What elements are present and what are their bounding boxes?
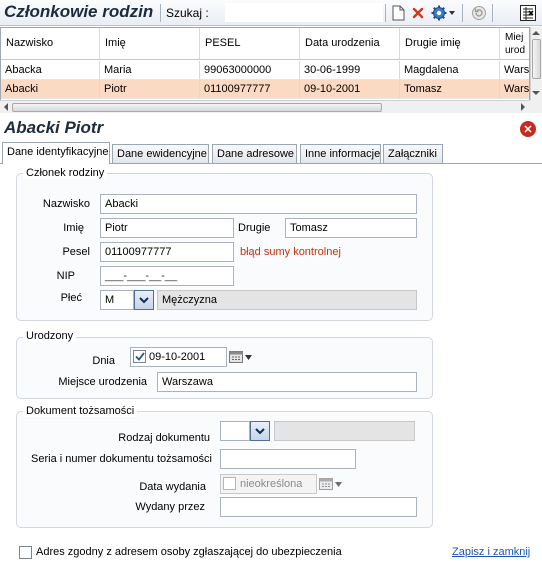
toolbar-separator xyxy=(492,4,493,22)
column-header-firstname[interactable]: Imię xyxy=(100,28,200,60)
nip-field[interactable]: ___-___-__-__ xyxy=(100,266,234,286)
table-cell: Abacka xyxy=(1,61,100,80)
document-number-field[interactable] xyxy=(220,449,356,469)
table-cell: Wars xyxy=(500,80,529,99)
table-cell: Piotr xyxy=(100,80,200,99)
column-header-second-name[interactable]: Drugie imię xyxy=(400,28,500,60)
document-type-dropdown-button[interactable] xyxy=(250,421,270,441)
close-icon[interactable]: ✕ xyxy=(520,121,536,137)
calendar-icon xyxy=(319,478,333,490)
issuer-label: Wydany przez xyxy=(135,501,205,513)
pesel-label: Pesel xyxy=(62,246,90,258)
address-match-label: Adres zgodny z adresem osoby zgłaszające… xyxy=(36,546,342,558)
table-cell: 30-06-1999 xyxy=(300,61,400,80)
issue-date-value: nieokreślona xyxy=(240,478,303,490)
toolbar: Członkowie rodzin Szukaj : xyxy=(0,0,542,26)
issue-date-checkbox[interactable] xyxy=(223,477,236,490)
identity-document-group-title: Dokument tożsamości xyxy=(23,405,138,417)
vertical-scrollbar[interactable] xyxy=(530,27,542,101)
firstname-field[interactable]: Piotr xyxy=(100,218,234,238)
scroll-corner xyxy=(530,100,542,113)
settings-gear-icon[interactable] xyxy=(430,4,456,22)
surname-label: Nazwisko xyxy=(42,198,90,210)
family-member-group-title: Członek rodziny xyxy=(23,167,108,179)
sex-code-select[interactable]: M xyxy=(100,290,134,310)
table-cell: 09-10-2001 xyxy=(300,80,400,99)
document-type-label: Rodzaj dokumentu xyxy=(118,432,210,444)
pesel-field[interactable]: 01100977777 xyxy=(100,242,234,262)
horizontal-scrollbar-thumb[interactable] xyxy=(12,103,382,112)
tab-attachments[interactable]: Załączniki xyxy=(383,144,443,163)
document-type-select[interactable] xyxy=(220,421,250,441)
birth-place-field[interactable]: Warszawa xyxy=(157,372,417,392)
birth-place-label: Miejsce urodzenia xyxy=(58,376,147,388)
calendar-icon xyxy=(229,351,243,363)
second-name-field[interactable]: Tomasz xyxy=(285,218,417,238)
second-name-label: Drugie xyxy=(238,222,271,234)
birth-date-checkbox[interactable] xyxy=(133,350,146,363)
table-cell: Magdalena xyxy=(400,61,500,80)
sex-dropdown-button[interactable] xyxy=(134,290,154,310)
issuer-field[interactable] xyxy=(220,497,417,517)
table-cell: 99063000000 xyxy=(200,61,300,80)
table-row-selected[interactable]: Abacki Piotr 01100977777 09-10-2001 Toma… xyxy=(1,80,529,99)
tab-other-info[interactable]: Inne informacje xyxy=(300,144,381,163)
person-name-heading: Abacki Piotr xyxy=(4,118,104,137)
birth-date-label: Dnia xyxy=(92,355,115,367)
document-type-name-field xyxy=(274,421,415,441)
export-sheet-icon[interactable] xyxy=(518,4,538,22)
pesel-error-message: błąd sumy kontrolnej xyxy=(240,246,341,258)
chevron-down-icon xyxy=(255,427,265,434)
tab-address[interactable]: Dane adresowe xyxy=(212,144,297,163)
address-match-checkbox[interactable] xyxy=(19,546,32,559)
vertical-scrollbar-thumb[interactable] xyxy=(532,39,541,79)
table-cell: Tomasz xyxy=(400,80,500,99)
checkmark-icon xyxy=(134,352,145,361)
document-number-label: Seria i numer dokumentu tożsamości xyxy=(31,453,212,465)
birth-date-value: 09-10-2001 xyxy=(149,351,206,363)
column-header-pesel[interactable]: PESEL xyxy=(200,28,300,60)
table-cell: Maria xyxy=(100,61,200,80)
column-header-birthdate[interactable]: Data urodzenia xyxy=(300,28,400,60)
issue-date-calendar-button[interactable] xyxy=(319,476,347,492)
table-cell: Wars xyxy=(500,61,529,80)
tab-registry[interactable]: Dane ewidencyjne xyxy=(112,144,209,163)
window-title: Członkowie rodzin xyxy=(4,2,154,21)
column-header-birthplace[interactable]: Miej urod xyxy=(500,28,529,60)
born-group-title: Urodzony xyxy=(23,330,77,342)
refresh-icon[interactable] xyxy=(470,4,488,22)
table-cell: Abacki xyxy=(1,80,100,99)
family-members-table: Nazwisko Imię PESEL Data urodzenia Drugi… xyxy=(0,27,530,101)
search-input[interactable] xyxy=(225,3,383,22)
toolbar-separator xyxy=(462,4,463,22)
new-document-icon[interactable] xyxy=(390,4,406,22)
toolbar-separator xyxy=(160,4,161,22)
sex-name-field: Mężczyzna xyxy=(157,290,417,310)
column-header-surname[interactable]: Nazwisko xyxy=(1,28,100,60)
toolbar-separator xyxy=(385,4,386,22)
firstname-label: Imię xyxy=(63,222,84,234)
save-and-close-link[interactable]: Zapisz i zamknij xyxy=(452,546,530,558)
nip-label: NIP xyxy=(56,270,75,282)
chevron-down-icon xyxy=(245,354,252,360)
birth-date-calendar-button[interactable] xyxy=(229,349,257,365)
sex-label: Płeć xyxy=(60,292,82,304)
search-label: Szukaj : xyxy=(166,6,209,20)
surname-field[interactable]: Abacki xyxy=(100,194,417,214)
table-cell: 01100977777 xyxy=(200,80,300,99)
chevron-down-icon xyxy=(139,296,149,303)
horizontal-scrollbar[interactable] xyxy=(0,100,530,113)
tab-identification[interactable]: Dane identyfikacyjne xyxy=(2,142,110,164)
issue-date-label: Data wydania xyxy=(139,481,206,493)
chevron-down-icon xyxy=(335,481,342,487)
table-row[interactable]: Abacka Maria 99063000000 30-06-1999 Magd… xyxy=(1,61,529,80)
delete-icon[interactable] xyxy=(410,4,426,22)
